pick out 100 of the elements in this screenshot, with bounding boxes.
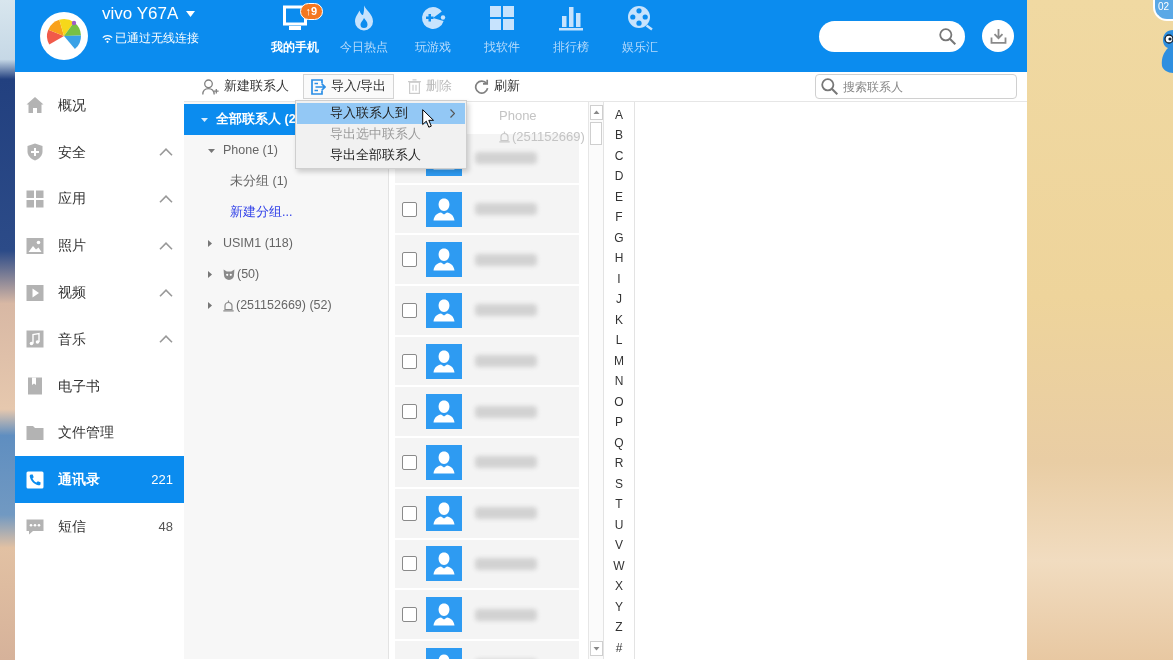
checkbox[interactable]: [402, 404, 417, 420]
index-letter[interactable]: A: [604, 104, 634, 125]
tree-item[interactable]: (251152669) (52): [184, 290, 388, 321]
scrollbar-thumb[interactable]: [590, 122, 602, 145]
blurred-name: [475, 608, 537, 621]
menu-item[interactable]: 导入联系人到: [297, 103, 465, 124]
avatar-icon: [426, 394, 462, 430]
sidebar-item[interactable]: 短信 48: [15, 503, 184, 550]
checkbox[interactable]: [402, 607, 417, 623]
contact-row[interactable]: [395, 387, 579, 437]
index-letter[interactable]: L: [604, 330, 634, 351]
index-letter[interactable]: O: [604, 391, 634, 412]
film-reel-icon: [626, 5, 653, 31]
download-button[interactable]: [982, 20, 1014, 52]
new-group-link[interactable]: 新建分组...: [184, 197, 388, 228]
index-letter[interactable]: W: [604, 555, 634, 576]
item-count: 48: [158, 517, 173, 536]
index-letter[interactable]: B: [604, 125, 634, 146]
tree-item[interactable]: USIM1 (118): [184, 228, 388, 259]
index-letter[interactable]: U: [604, 514, 634, 535]
checkbox[interactable]: [402, 556, 417, 572]
contact-row[interactable]: [395, 438, 579, 487]
index-letter[interactable]: Q: [604, 432, 634, 453]
mascot-icon: [1160, 28, 1173, 74]
bell-icon: [499, 130, 510, 143]
sidebar-item[interactable]: 照片: [15, 222, 184, 270]
contact-row[interactable]: [395, 590, 579, 639]
blurred-name: [475, 405, 537, 418]
contact-row[interactable]: [395, 539, 579, 589]
index-letter[interactable]: I: [604, 268, 634, 289]
index-letter[interactable]: P: [604, 412, 634, 433]
index-letter[interactable]: S: [604, 473, 634, 494]
checkbox[interactable]: [402, 454, 417, 470]
mouse-cursor-icon: [422, 109, 434, 128]
avatar-icon: [426, 242, 462, 278]
index-letter[interactable]: X: [604, 576, 634, 597]
scroll-down-button[interactable]: [590, 641, 603, 656]
scroll-up-button[interactable]: [590, 105, 603, 120]
index-letter[interactable]: H: [604, 248, 634, 269]
avatar-icon: [426, 292, 462, 328]
bar-chart-icon: [557, 5, 584, 31]
import-export-button[interactable]: 导入/导出: [303, 74, 395, 99]
index-letter[interactable]: F: [604, 207, 634, 228]
caret-down-icon: [208, 148, 215, 153]
checkbox[interactable]: [402, 505, 417, 521]
menu-item[interactable]: 导出全部联系人: [297, 145, 465, 166]
chevron-up-icon: [159, 148, 173, 157]
contact-row[interactable]: [395, 488, 579, 538]
blurred-name: [475, 507, 537, 520]
index-letter[interactable]: R: [604, 453, 634, 474]
checkbox[interactable]: [402, 302, 417, 318]
grid-icon: [26, 190, 44, 208]
contact-row[interactable]: [395, 235, 579, 285]
index-letter[interactable]: Y: [604, 596, 634, 617]
connection-status: 已通过无线连接: [115, 30, 199, 46]
faded-label: (251152669): [512, 128, 585, 146]
tree-item[interactable]: (50): [184, 259, 388, 290]
checkbox[interactable]: [402, 353, 417, 369]
index-letter[interactable]: C: [604, 145, 634, 166]
trash-icon: [408, 79, 422, 94]
bell-icon: [223, 299, 234, 312]
sidebar-item[interactable]: 应用: [15, 175, 184, 223]
checkbox[interactable]: [402, 201, 417, 217]
contact-row[interactable]: [395, 184, 579, 234]
sidebar-item[interactable]: 文件管理: [15, 409, 184, 457]
book-icon: [26, 377, 44, 396]
caret-right-icon: [208, 302, 212, 309]
chevron-up-icon: [159, 288, 173, 297]
sidebar-item[interactable]: 音乐: [15, 316, 184, 363]
monitor-icon: [281, 5, 308, 31]
index-letter[interactable]: E: [604, 186, 634, 207]
blurred-name: [475, 304, 537, 317]
chevron-up-icon: [159, 335, 173, 344]
phone-icon: [26, 470, 44, 489]
chevron-right-icon: [450, 109, 455, 118]
index-letter[interactable]: V: [604, 535, 634, 556]
blurred-name: [475, 253, 537, 266]
contact-row[interactable]: [395, 336, 579, 386]
tree-item[interactable]: 未分组 (1): [184, 166, 388, 197]
sidebar-item[interactable]: 概况: [15, 82, 184, 129]
search-field[interactable]: 搜索联系人: [815, 74, 1017, 99]
sidebar-item[interactable]: 安全: [15, 128, 184, 176]
index-letter[interactable]: J: [604, 289, 634, 310]
sidebar-item[interactable]: 视频: [15, 269, 184, 316]
search-field[interactable]: [819, 20, 965, 52]
index-letter[interactable]: N: [604, 371, 634, 392]
caret-right-icon: [208, 240, 212, 247]
index-letter[interactable]: M: [604, 350, 634, 371]
contact-row[interactable]: [395, 286, 579, 335]
index-letter[interactable]: G: [604, 227, 634, 248]
index-letter[interactable]: D: [604, 166, 634, 187]
refresh-button[interactable]: 刷新: [466, 74, 529, 99]
index-letter[interactable]: Z: [604, 617, 634, 638]
checkbox[interactable]: [402, 252, 417, 268]
index-letter[interactable]: K: [604, 309, 634, 330]
refresh-icon: [474, 79, 490, 94]
sidebar-item[interactable]: 电子书: [15, 362, 184, 410]
index-letter[interactable]: T: [604, 494, 634, 515]
new-contact-button[interactable]: 新建联系人: [194, 74, 297, 99]
index-letter[interactable]: #: [604, 637, 634, 658]
